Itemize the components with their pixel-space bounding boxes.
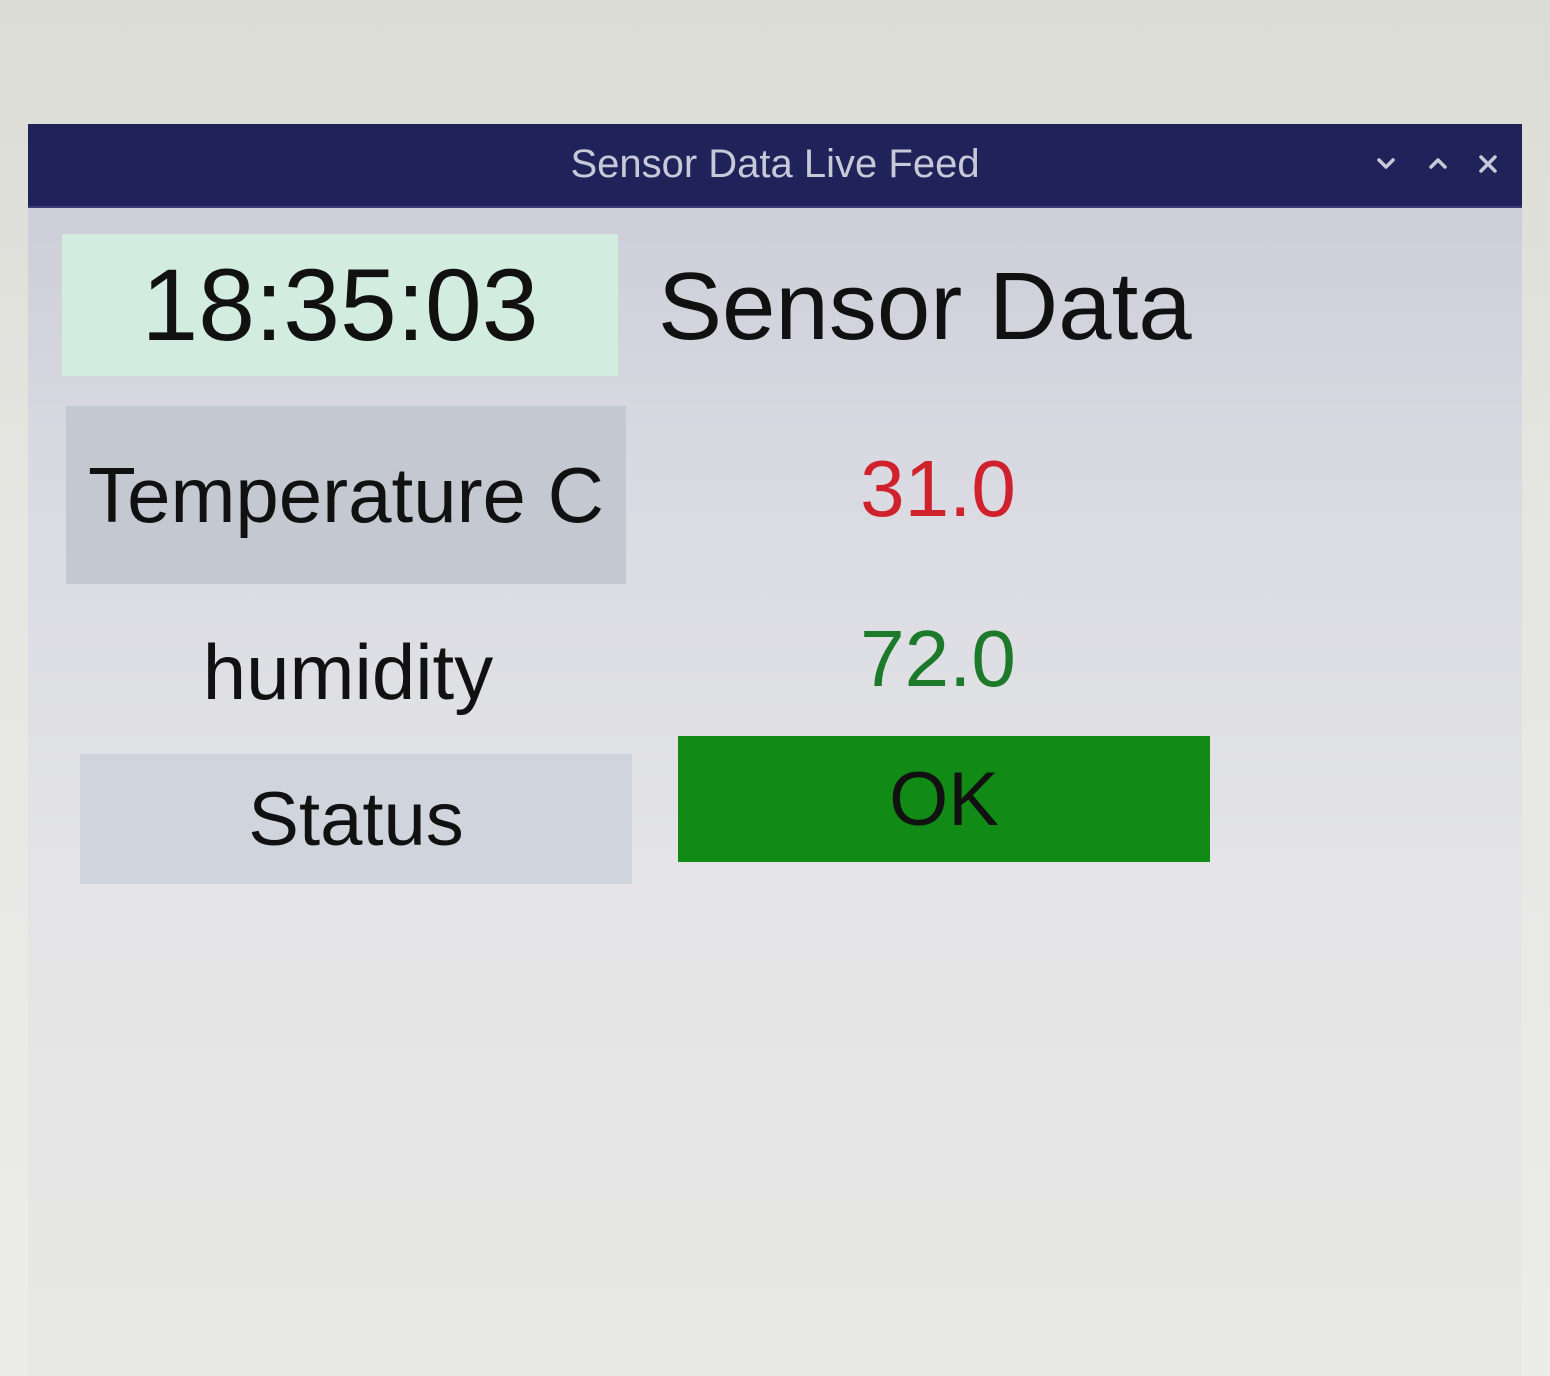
temperature-label: Temperature C <box>66 406 626 584</box>
chevron-down-icon <box>1377 158 1395 169</box>
app-window: Sensor Data Live Feed 18:35:03 Sensor Da… <box>28 124 1522 1376</box>
temperature-value: 31.0 <box>860 444 1016 533</box>
chevron-up-icon <box>1429 158 1447 169</box>
maximize-button[interactable] <box>1420 146 1456 182</box>
close-button[interactable] <box>1470 146 1506 182</box>
window-title: Sensor Data Live Feed <box>570 142 980 186</box>
status-label: Status <box>80 754 632 884</box>
humidity-value: 72.0 <box>860 614 1016 703</box>
status-indicator: OK <box>678 736 1210 862</box>
clock-display: 18:35:03 <box>62 234 618 376</box>
title-bar[interactable]: Sensor Data Live Feed <box>28 124 1522 208</box>
close-icon <box>1479 155 1497 173</box>
humidity-label: humidity <box>202 627 494 716</box>
minimize-button[interactable] <box>1368 146 1404 182</box>
page-heading: Sensor Data <box>658 253 1192 360</box>
